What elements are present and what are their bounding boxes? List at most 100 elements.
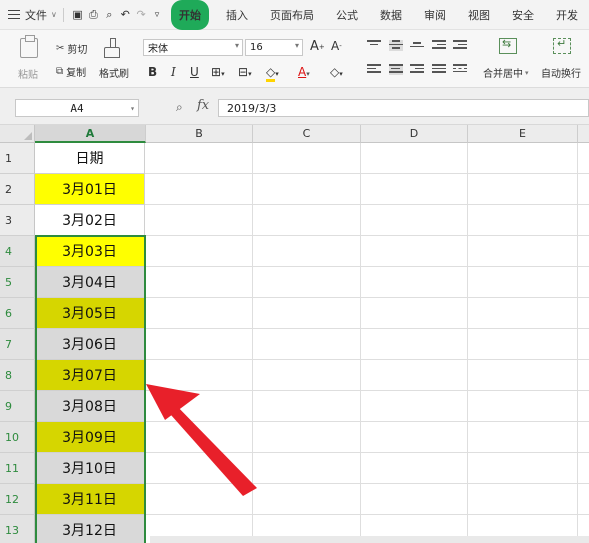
- row-header[interactable]: 10: [0, 422, 35, 453]
- borders-icon[interactable]: ⊞▾: [211, 65, 225, 79]
- row-header[interactable]: 13: [0, 515, 35, 543]
- cut-label: 剪切: [67, 45, 88, 56]
- decrease-indent-icon[interactable]: [432, 40, 446, 51]
- insert-function-icon[interactable]: fx: [197, 98, 209, 113]
- row-header[interactable]: 7: [0, 329, 35, 360]
- print-preview-icon[interactable]: ⌕: [101, 0, 117, 30]
- chevron-down-icon: ▾: [130, 103, 135, 113]
- wrap-text-button[interactable]: 自动换行: [541, 65, 581, 80]
- fill-color-icon[interactable]: ◇▾: [266, 65, 279, 82]
- wrap-text-icon[interactable]: [553, 37, 571, 54]
- cell-a12[interactable]: 3月11日: [35, 484, 145, 515]
- horizontal-scrollbar[interactable]: [150, 536, 589, 543]
- font-size-select[interactable]: 16 ▾: [245, 39, 303, 56]
- file-menu[interactable]: 文件 ∨: [0, 0, 57, 30]
- name-box-value: A4: [70, 101, 84, 115]
- tab-security[interactable]: 安全: [501, 0, 545, 30]
- justify-icon[interactable]: [432, 64, 446, 75]
- align-middle-icon[interactable]: [389, 40, 403, 51]
- cell-a3[interactable]: 3月02日: [35, 205, 145, 236]
- cell-a11[interactable]: 3月10日: [35, 453, 145, 484]
- tab-home[interactable]: 开始: [171, 0, 210, 30]
- tab-formulas[interactable]: 公式: [325, 0, 369, 30]
- align-top-icon[interactable]: [367, 40, 381, 51]
- cell-a13[interactable]: 3月12日: [35, 515, 145, 543]
- menu-bar: 文件 ∨ ▣ ⎙ ⌕ ↶ ↷ ▿ 开始 插入 页面布局 公式 数据 审阅 视图 …: [0, 0, 589, 30]
- row-header[interactable]: 9: [0, 391, 35, 422]
- tab-page-layout[interactable]: 页面布局: [259, 0, 325, 30]
- align-right-icon[interactable]: [410, 64, 424, 75]
- tab-view[interactable]: 视图: [457, 0, 501, 30]
- chevron-down-icon: ∨: [51, 10, 57, 19]
- cell-a8[interactable]: 3月07日: [35, 360, 145, 391]
- column-header-f[interactable]: [578, 125, 589, 143]
- cell-a10[interactable]: 3月09日: [35, 422, 145, 453]
- row-header[interactable]: 4: [0, 236, 35, 267]
- row-header[interactable]: 5: [0, 267, 35, 298]
- divider: [62, 7, 64, 22]
- font-color-icon[interactable]: A▾: [298, 65, 310, 79]
- align-bottom-icon[interactable]: [410, 42, 424, 53]
- paste-icon[interactable]: [20, 35, 38, 58]
- chevron-down-icon: ▾: [234, 41, 239, 50]
- select-all-corner[interactable]: [0, 125, 35, 143]
- row-header[interactable]: 6: [0, 298, 35, 329]
- tab-data[interactable]: 数据: [369, 0, 413, 30]
- cell-a1[interactable]: 日期: [35, 143, 145, 174]
- row-header[interactable]: 11: [0, 453, 35, 484]
- distributed-align-icon[interactable]: [453, 64, 467, 75]
- save-icon[interactable]: ▣: [70, 0, 86, 30]
- tab-developer[interactable]: 开发: [545, 0, 589, 30]
- copy-label: 复制: [66, 68, 87, 79]
- formula-input[interactable]: 2019/3/3: [218, 99, 589, 117]
- font-size-value: 16: [250, 42, 263, 53]
- align-left-icon[interactable]: [367, 64, 381, 75]
- clear-format-icon[interactable]: ◇▾: [330, 65, 343, 79]
- chevron-down-icon: ▾: [525, 68, 529, 77]
- align-center-icon[interactable]: [389, 64, 403, 75]
- bold-icon[interactable]: B: [148, 65, 157, 79]
- tab-insert[interactable]: 插入: [215, 0, 259, 30]
- cell-a7[interactable]: 3月06日: [35, 329, 145, 360]
- font-name-value: 宋体: [148, 44, 168, 55]
- redo-icon[interactable]: ↷: [133, 0, 149, 30]
- undo-icon[interactable]: ↶: [117, 0, 133, 30]
- increase-indent-icon[interactable]: [453, 40, 467, 51]
- cell-a4[interactable]: 3月03日: [35, 236, 145, 267]
- cell-a6[interactable]: 3月05日: [35, 298, 145, 329]
- cell-a5[interactable]: 3月04日: [35, 267, 145, 298]
- italic-icon[interactable]: I: [171, 65, 176, 79]
- copy-button[interactable]: ⧉ 复制: [56, 64, 86, 79]
- zoom-search-icon[interactable]: ⌕: [176, 100, 183, 115]
- tab-review[interactable]: 审阅: [413, 0, 457, 30]
- column-header-c[interactable]: C: [253, 125, 361, 143]
- cut-button[interactable]: ✂ 剪切: [56, 41, 87, 56]
- row-header[interactable]: 12: [0, 484, 35, 515]
- column-header-a[interactable]: A: [35, 125, 146, 143]
- name-box[interactable]: A4 ▾: [15, 99, 139, 117]
- column-header-b[interactable]: B: [146, 125, 253, 143]
- paste-button[interactable]: 粘贴: [18, 66, 38, 81]
- hamburger-icon: [8, 10, 20, 19]
- row-header[interactable]: 1: [0, 143, 35, 174]
- spreadsheet-grid: A B C D E 1 日期 2 3月01日 3 3月02日 4 3月03日 5 3月04日 6 3月…: [0, 125, 589, 543]
- decrease-font-icon[interactable]: A-: [331, 39, 342, 53]
- column-header-d[interactable]: D: [361, 125, 468, 143]
- column-header-e[interactable]: E: [468, 125, 578, 143]
- cell-a2[interactable]: 3月01日: [35, 174, 145, 205]
- format-painter-icon[interactable]: [104, 38, 120, 58]
- cell-a9[interactable]: 3月08日: [35, 391, 145, 422]
- row-header[interactable]: 3: [0, 205, 35, 236]
- underline-icon[interactable]: U: [190, 65, 199, 79]
- print-icon[interactable]: ⎙: [85, 0, 101, 30]
- row-header[interactable]: 8: [0, 360, 35, 391]
- merge-center-button[interactable]: 合并居中 ▾: [483, 65, 529, 81]
- row-header[interactable]: 2: [0, 174, 35, 205]
- customize-toolbar-icon[interactable]: ▿: [149, 0, 165, 30]
- increase-font-icon[interactable]: A +: [310, 39, 325, 54]
- font-name-select[interactable]: 宋体 ▾: [143, 39, 243, 56]
- merge-borders-icon[interactable]: ⊟▾: [238, 65, 252, 79]
- merge-center-icon[interactable]: [499, 37, 517, 54]
- format-painter-button[interactable]: 格式刷: [99, 65, 129, 80]
- formula-bar: A4 ▾ ⌕ fx 2019/3/3: [0, 88, 589, 125]
